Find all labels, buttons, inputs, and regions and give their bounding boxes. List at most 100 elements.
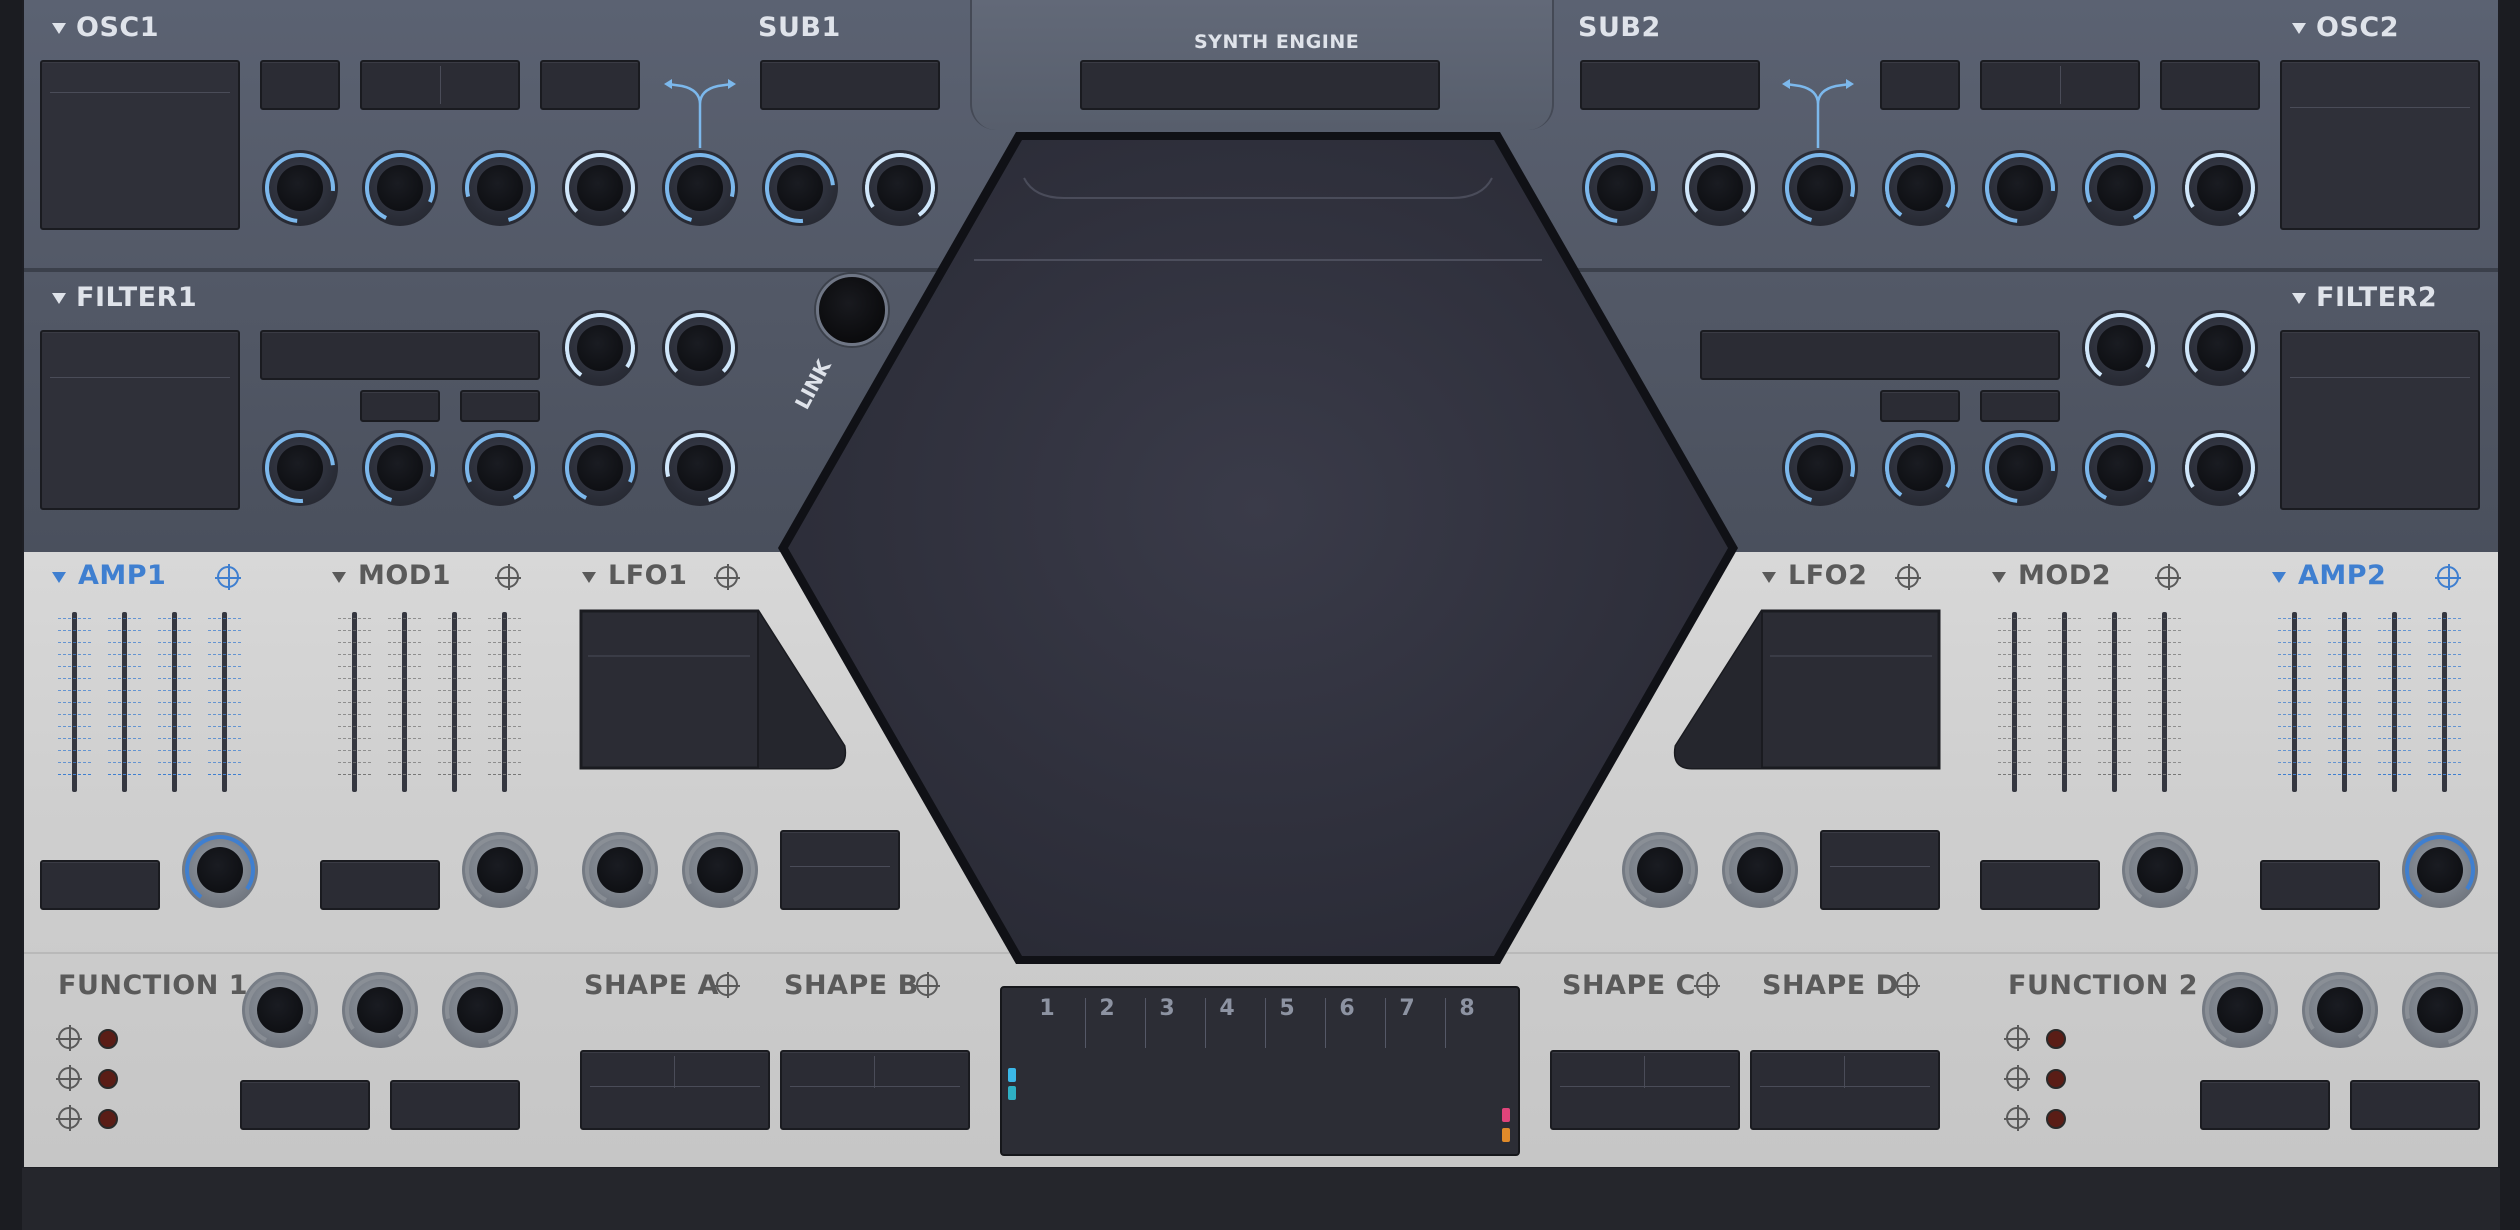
function2-knob-1[interactable] [2202,972,2278,1048]
step-label-4[interactable]: 4 [1212,996,1242,1021]
sub1-knob-1[interactable] [662,150,738,226]
lfo2-collapse-icon[interactable] [1762,572,1776,583]
filter2-collapse-icon[interactable] [2292,293,2306,304]
shape-c-target-icon[interactable] [1694,972,1720,998]
function2-knob-3[interactable] [2402,972,2478,1048]
filter1-knob-3[interactable] [262,430,338,506]
filter2-response-display[interactable] [2280,330,2480,510]
osc2-knob-2[interactable] [1982,150,2058,226]
synth-engine-selector[interactable] [1080,60,1440,110]
amp1-mode-field[interactable] [40,860,160,910]
function1-knob-3[interactable] [442,972,518,1048]
step-sequencer[interactable]: 1 2 3 4 5 6 7 8 [1000,986,1520,1156]
amp2-envelope-faders[interactable] [2272,612,2482,792]
lfo2-amount-knob[interactable] [1722,832,1798,908]
osc2-tune-field[interactable] [1980,60,2140,110]
function2-mode-field-a[interactable] [2200,1080,2330,1130]
lfo1-rate-knob[interactable] [582,832,658,908]
amp1-collapse-icon[interactable] [52,572,66,583]
osc1-collapse-icon[interactable] [52,23,66,34]
step-label-8[interactable]: 8 [1452,996,1482,1021]
filter1-knob-6[interactable] [562,430,638,506]
lfo1-waveform-display[interactable] [578,608,848,772]
amp2-mode-field[interactable] [2260,860,2380,910]
filter2-knob-4[interactable] [1882,430,1958,506]
filter2-knob-1[interactable] [2082,310,2158,386]
function2-source3-icon[interactable] [2004,1105,2030,1131]
mod2-envelope-faders[interactable] [1992,612,2202,792]
function1-source1-icon[interactable] [56,1025,82,1051]
osc2-knob-1[interactable] [1882,150,1958,226]
mod1-amount-knob[interactable] [462,832,538,908]
lfo2-waveform-display[interactable] [1672,608,1942,772]
lfo2-rate-knob[interactable] [1622,832,1698,908]
osc2-octave-field[interactable] [1880,60,1960,110]
shape-b-target-icon[interactable] [914,972,940,998]
function1-mode-field-b[interactable] [390,1080,520,1130]
osc1-knob-4[interactable] [562,150,638,226]
filter1-slope-button[interactable] [360,390,440,422]
osc2-collapse-icon[interactable] [2292,23,2306,34]
osc2-voices-field[interactable] [2160,60,2260,110]
sub2-wave-field[interactable] [1580,60,1760,110]
mod1-mode-field[interactable] [320,860,440,910]
filter2-mode-button[interactable] [1980,390,2060,422]
sub1-wave-field[interactable] [760,60,940,110]
amp2-collapse-icon[interactable] [2272,572,2286,583]
amp1-mod-target-icon[interactable] [215,564,241,590]
amp1-envelope-faders[interactable] [52,612,262,792]
filter2-knob-5[interactable] [1982,430,2058,506]
osc1-octave-field[interactable] [260,60,340,110]
mod2-amount-knob[interactable] [2122,832,2198,908]
function1-knob-2[interactable] [342,972,418,1048]
filter2-knob-2[interactable] [2182,310,2258,386]
osc1-tune-field[interactable] [360,60,520,110]
osc2-waveform-display[interactable] [2280,60,2480,230]
filter2-knob-7[interactable] [2182,430,2258,506]
shape-a-display[interactable] [580,1050,770,1130]
filter1-collapse-icon[interactable] [52,293,66,304]
lfo1-collapse-icon[interactable] [582,572,596,583]
shape-a-target-icon[interactable] [714,972,740,998]
lfo1-mode-field[interactable] [780,830,900,910]
mod1-envelope-faders[interactable] [332,612,542,792]
step-label-7[interactable]: 7 [1392,996,1422,1021]
step-label-3[interactable]: 3 [1152,996,1182,1021]
lfo2-mode-field[interactable] [1820,830,1940,910]
function1-mode-field-a[interactable] [240,1080,370,1130]
shape-d-display[interactable] [1750,1050,1940,1130]
mod1-collapse-icon[interactable] [332,572,346,583]
osc1-voices-field[interactable] [540,60,640,110]
filter1-knob-4[interactable] [362,430,438,506]
lfo2-mod-target-icon[interactable] [1895,564,1921,590]
filter1-knob-2[interactable] [662,310,738,386]
osc2-knob-4[interactable] [2182,150,2258,226]
mod1-mod-target-icon[interactable] [495,564,521,590]
amp2-mod-target-icon[interactable] [2435,564,2461,590]
function1-source3-icon[interactable] [56,1105,82,1131]
step-label-6[interactable]: 6 [1332,996,1362,1021]
function1-knob-1[interactable] [242,972,318,1048]
filter1-mode-button[interactable] [460,390,540,422]
osc1-knob-1[interactable] [262,150,338,226]
filter2-knob-6[interactable] [2082,430,2158,506]
filter1-knob-1[interactable] [562,310,638,386]
amp2-level-knob[interactable] [2402,832,2478,908]
shape-b-display[interactable] [780,1050,970,1130]
function2-source1-icon[interactable] [2004,1025,2030,1051]
function1-source2-icon[interactable] [56,1065,82,1091]
function2-source2-icon[interactable] [2004,1065,2030,1091]
step-label-2[interactable]: 2 [1092,996,1122,1021]
filter1-response-display[interactable] [40,330,240,510]
central-xy-display[interactable] [774,128,1742,968]
amp1-level-knob[interactable] [182,832,258,908]
shape-d-target-icon[interactable] [1894,972,1920,998]
lfo1-amount-knob[interactable] [682,832,758,908]
filter2-type-field[interactable] [1700,330,2060,380]
filter2-knob-3[interactable] [1782,430,1858,506]
step-label-5[interactable]: 5 [1272,996,1302,1021]
function2-mode-field-b[interactable] [2350,1080,2480,1130]
filter2-slope-button[interactable] [1880,390,1960,422]
function2-knob-2[interactable] [2302,972,2378,1048]
osc1-waveform-display[interactable] [40,60,240,230]
